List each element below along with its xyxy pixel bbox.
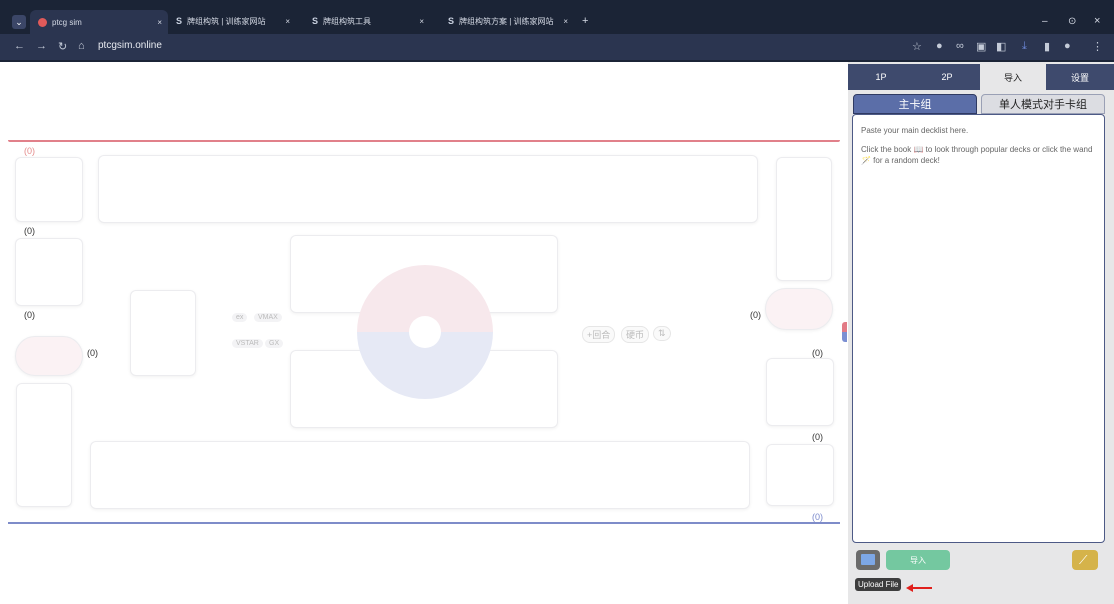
minimize-button[interactable]: – bbox=[1042, 12, 1048, 30]
tab-deck-tool[interactable]: S 牌组构筑工具 × bbox=[312, 12, 430, 30]
left-card-slot[interactable] bbox=[15, 238, 83, 306]
site-favicon-icon: S bbox=[448, 16, 455, 26]
tab-deck-builder[interactable]: S 牌组构筑 | 训练家网站 × bbox=[176, 12, 296, 30]
tab-label: 牌组构筑 | 训练家网站 bbox=[187, 16, 266, 26]
extension-icon[interactable]: ● bbox=[936, 40, 943, 52]
opponent-hand-area[interactable] bbox=[98, 155, 758, 223]
close-window-button[interactable]: × bbox=[1094, 12, 1100, 30]
upload-file-button[interactable]: Upload File bbox=[855, 578, 902, 591]
close-tab-icon[interactable]: × bbox=[419, 17, 424, 26]
forward-icon[interactable]: → bbox=[36, 40, 47, 52]
player-deck-slot[interactable] bbox=[766, 444, 834, 506]
coin-center bbox=[409, 316, 441, 348]
tab-menu-icon[interactable]: ⌄ bbox=[12, 13, 26, 31]
close-tab-icon[interactable]: × bbox=[157, 18, 162, 27]
vmax-label: VMAX bbox=[258, 314, 278, 321]
tab-main-deck[interactable]: 主卡组 bbox=[853, 94, 977, 114]
profile-icon[interactable]: ● bbox=[1064, 40, 1071, 52]
menu-kebab-icon[interactable]: ⋮ bbox=[1092, 40, 1103, 53]
ex-marker[interactable]: ex bbox=[232, 313, 248, 322]
book-button[interactable] bbox=[856, 550, 880, 570]
extension-square-icon[interactable]: ▣ bbox=[976, 40, 986, 53]
swap-button[interactable]: ⇅ bbox=[653, 326, 671, 341]
tab-1p[interactable]: 1P bbox=[848, 64, 914, 90]
wand-button[interactable]: ⟋ bbox=[1072, 550, 1098, 570]
player-counter: (0) bbox=[812, 512, 823, 522]
vmax-marker[interactable]: VMAX bbox=[254, 313, 282, 322]
stadium-slot[interactable] bbox=[130, 290, 196, 376]
tab-opponent-deck[interactable]: 单人模式对手卡组 bbox=[981, 94, 1105, 114]
gx-marker[interactable]: GX bbox=[265, 339, 284, 348]
bookmark-star-icon[interactable]: ☆ bbox=[912, 40, 922, 53]
placeholder-line: Paste your main decklist here. bbox=[861, 126, 969, 135]
player-prize-slot[interactable] bbox=[766, 358, 834, 426]
vstar-label: VSTAR bbox=[236, 340, 259, 347]
import-button[interactable]: 导入 bbox=[886, 550, 950, 570]
wand-icon: ⟋ bbox=[1079, 553, 1088, 567]
vstar-marker[interactable]: VSTAR bbox=[232, 339, 263, 348]
player-divider bbox=[8, 522, 840, 524]
side-toggle-handle[interactable] bbox=[842, 322, 847, 342]
gx-label: GX bbox=[269, 340, 280, 347]
reload-icon[interactable]: ↻ bbox=[58, 40, 67, 53]
coin-flip-button[interactable]: 硬币 bbox=[621, 326, 650, 343]
player-discard-slot[interactable] bbox=[16, 383, 72, 507]
close-tab-icon[interactable]: × bbox=[563, 17, 568, 26]
extension-infinity-icon[interactable]: ∞ bbox=[956, 40, 964, 52]
opponent-active-pill[interactable] bbox=[15, 336, 83, 376]
browser-chrome: ⌄ ptcg sim × S 牌组构筑 | 训练家网站 × S 牌组构筑工具 ×… bbox=[0, 0, 1114, 62]
address-bar: ← → ↻ ⌂ ptcgsim.online ☆ ● ∞ ▣ ◧ ⤓ ▮ ● ⋮ bbox=[0, 34, 1114, 60]
tab-label: 牌组构筑工具 bbox=[323, 16, 372, 26]
url-field[interactable]: ptcgsim.online bbox=[98, 40, 162, 51]
right-counter: (0) bbox=[812, 348, 823, 358]
coin-disc-icon[interactable] bbox=[357, 265, 493, 399]
tab-label: ptcg sim bbox=[52, 17, 82, 27]
restore-button[interactable]: ⊙ bbox=[1068, 12, 1076, 30]
book-icon bbox=[861, 554, 875, 565]
back-icon[interactable]: ← bbox=[14, 40, 25, 52]
add-turn-button[interactable]: +回合 bbox=[582, 326, 616, 343]
right-counter: (0) bbox=[750, 310, 761, 320]
sidepanel-icon[interactable]: ▮ bbox=[1044, 40, 1050, 53]
tab-deck-plan[interactable]: S 牌组构筑方案 | 训练家网站 × bbox=[448, 12, 572, 30]
close-tab-icon[interactable]: × bbox=[285, 17, 290, 26]
site-favicon-icon: S bbox=[312, 16, 319, 26]
tab-label: 牌组构筑方案 | 训练家网站 bbox=[459, 16, 554, 26]
player-hand-area[interactable] bbox=[90, 441, 750, 509]
tab-2p[interactable]: 2P bbox=[914, 64, 980, 90]
new-tab-button[interactable]: + bbox=[582, 12, 588, 30]
decklist-textarea[interactable]: Paste your main decklist here. Click the… bbox=[852, 114, 1105, 543]
opponent-prize-pill[interactable] bbox=[765, 288, 833, 330]
tab-ptcg-sim[interactable]: ptcg sim × bbox=[30, 10, 168, 34]
opponent-deck-slot[interactable] bbox=[776, 157, 832, 281]
opponent-divider bbox=[8, 140, 840, 142]
ptcg-favicon-icon bbox=[38, 17, 47, 27]
download-icon[interactable]: ⤓ bbox=[1022, 40, 1027, 53]
tab-settings[interactable]: 设置 bbox=[1046, 64, 1114, 90]
home-icon[interactable]: ⌂ bbox=[78, 40, 85, 52]
opponent-counter: (0) bbox=[24, 146, 35, 156]
arrow-annotation-icon bbox=[906, 584, 932, 592]
placeholder-line: Click the book 📖 to look through popular… bbox=[861, 145, 1093, 165]
right-counter: (0) bbox=[812, 432, 823, 442]
extensions-puzzle-icon[interactable]: ◧ bbox=[996, 40, 1006, 53]
ex-label: ex bbox=[236, 314, 244, 321]
tab-import[interactable]: 导入 bbox=[980, 64, 1046, 90]
left-counter: (0) bbox=[24, 226, 35, 236]
left-counter: (0) bbox=[87, 348, 98, 358]
opponent-card-slot[interactable] bbox=[15, 157, 83, 222]
left-counter: (0) bbox=[24, 310, 35, 320]
site-favicon-icon: S bbox=[176, 16, 183, 26]
tab-bar: ⌄ ptcg sim × S 牌组构筑 | 训练家网站 × S 牌组构筑工具 ×… bbox=[0, 8, 1114, 34]
